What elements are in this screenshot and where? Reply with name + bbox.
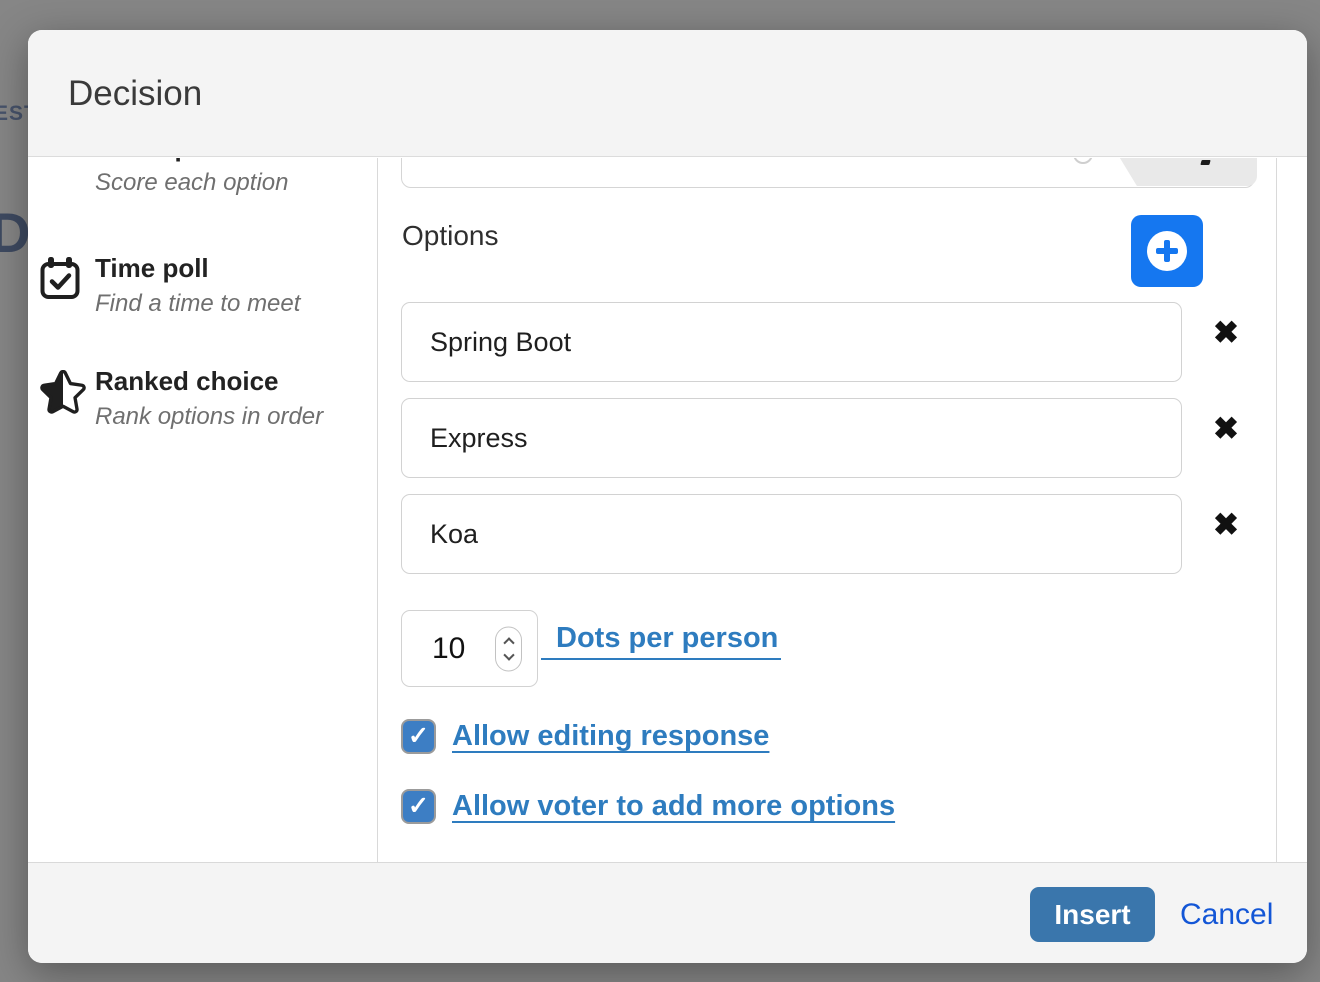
modal-body: Score poll Score each option bbox=[28, 158, 1307, 862]
allow-editing-checkbox[interactable]: ✓ bbox=[401, 719, 436, 754]
stepper-up-icon bbox=[503, 637, 514, 648]
sidebar-item-time-poll[interactable]: Time poll Find a time to meet bbox=[40, 253, 369, 323]
plus-circle-icon bbox=[1147, 231, 1187, 271]
allow-voter-add-label[interactable]: Allow voter to add more options bbox=[452, 790, 895, 823]
check-icon: ✓ bbox=[408, 792, 429, 820]
sidebar-item-score-poll[interactable]: Score poll Score each option bbox=[40, 158, 369, 202]
allow-editing-label[interactable]: Allow editing response bbox=[452, 720, 769, 753]
poll-type-sidebar: Score poll Score each option bbox=[28, 158, 378, 862]
dots-per-person-field bbox=[401, 610, 538, 687]
modal-footer: Insert Cancel bbox=[28, 862, 1307, 963]
poll-settings-panel: Options ✖ ✖ ✖ bbox=[379, 158, 1277, 862]
remove-icon: ✖ bbox=[1213, 315, 1239, 350]
allow-voter-add-checkbox[interactable]: ✓ bbox=[401, 789, 436, 824]
score-poll-icon bbox=[40, 158, 84, 180]
sidebar-item-description: Rank options in order bbox=[95, 404, 369, 430]
ranked-choice-icon bbox=[40, 370, 84, 414]
sidebar-item-title: Score poll bbox=[95, 158, 369, 162]
remove-icon: ✖ bbox=[1213, 507, 1239, 542]
check-icon: ✓ bbox=[408, 722, 429, 750]
sidebar-item-title: Time poll bbox=[95, 253, 369, 283]
number-stepper[interactable] bbox=[495, 626, 522, 671]
remove-icon: ✖ bbox=[1213, 411, 1239, 446]
sidebar-item-title: Ranked choice bbox=[95, 366, 369, 396]
remove-option-button[interactable]: ✖ bbox=[1207, 506, 1245, 544]
time-poll-icon bbox=[40, 257, 84, 301]
cancel-button[interactable]: Cancel bbox=[1174, 887, 1279, 942]
option-input[interactable] bbox=[401, 494, 1182, 574]
insert-button[interactable]: Insert bbox=[1030, 887, 1155, 942]
screen: EST Do Decision Score poll Score each op… bbox=[0, 0, 1320, 982]
options-label: Options bbox=[402, 220, 499, 252]
partial-text-fragment bbox=[1200, 160, 1210, 165]
modal-header: Decision bbox=[28, 30, 1307, 157]
sidebar-item-ranked-choice[interactable]: Ranked choice Rank options in order bbox=[40, 366, 369, 436]
sidebar-item-description: Find a time to meet bbox=[95, 291, 369, 317]
add-option-button[interactable] bbox=[1131, 215, 1203, 287]
sidebar-item-description: Score each option bbox=[95, 170, 369, 196]
modal-title: Decision bbox=[68, 74, 202, 114]
decision-modal: Decision Score poll Score each option bbox=[28, 30, 1307, 963]
stepper-down-icon bbox=[503, 649, 514, 660]
remove-option-button[interactable]: ✖ bbox=[1207, 410, 1245, 448]
option-input[interactable] bbox=[401, 398, 1182, 478]
dots-per-person-input[interactable] bbox=[402, 611, 486, 686]
option-input[interactable] bbox=[401, 302, 1182, 382]
remove-option-button[interactable]: ✖ bbox=[1207, 314, 1245, 352]
dots-per-person-label[interactable]: Dots per person bbox=[541, 622, 781, 660]
